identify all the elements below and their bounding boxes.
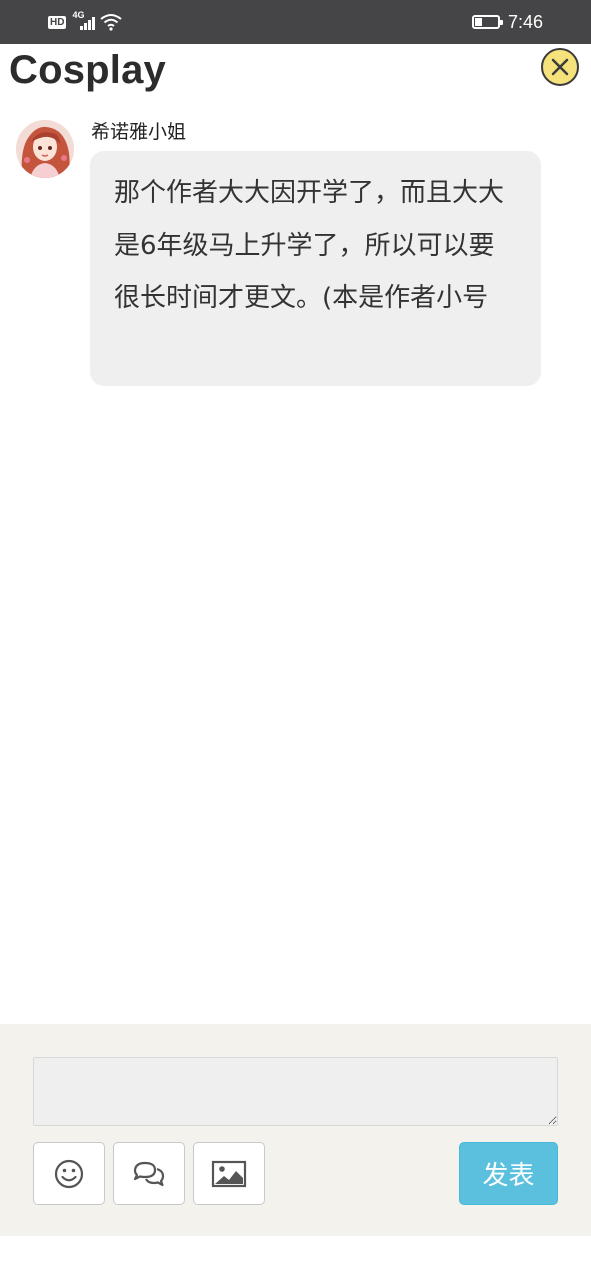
- message-username[interactable]: 希诺雅小姐: [91, 117, 186, 144]
- status-icons-right: 7:46: [471, 10, 543, 34]
- chat-bubbles-icon: [133, 1161, 165, 1186]
- image-icon: [211, 1160, 247, 1187]
- emoji-button[interactable]: [33, 1142, 105, 1205]
- signal-icon: [80, 17, 95, 30]
- status-bar: HD 4G 7:46: [0, 0, 591, 44]
- close-button[interactable]: [541, 48, 579, 86]
- close-icon: [551, 58, 569, 76]
- hd-badge: HD: [48, 15, 67, 29]
- composer: 发表: [0, 1024, 591, 1236]
- post-button[interactable]: 发表: [459, 1142, 558, 1205]
- message-bubble: 那个作者大大因开学了，而且大大是6年级马上升学了，所以可以要很长时间才更文。(本…: [90, 151, 541, 386]
- image-button[interactable]: [193, 1142, 265, 1205]
- page-title: Cosplay: [9, 48, 167, 92]
- wifi-icon: [100, 14, 123, 31]
- avatar[interactable]: [16, 120, 74, 178]
- emoji-icon: [54, 1159, 84, 1188]
- battery-icon: [471, 15, 503, 29]
- signal-indicator: 4G: [72, 10, 95, 32]
- clock: 7:46: [507, 11, 543, 32]
- message-text: 那个作者大大因开学了，而且大大是6年级马上升学了，所以可以要很长时间才更文。(本…: [114, 178, 505, 313]
- user-avatar-image: [16, 120, 74, 178]
- battery-level: [474, 18, 482, 26]
- message-input[interactable]: [33, 1057, 558, 1126]
- chat-button[interactable]: [113, 1142, 185, 1205]
- status-icons-left: HD 4G: [48, 10, 123, 33]
